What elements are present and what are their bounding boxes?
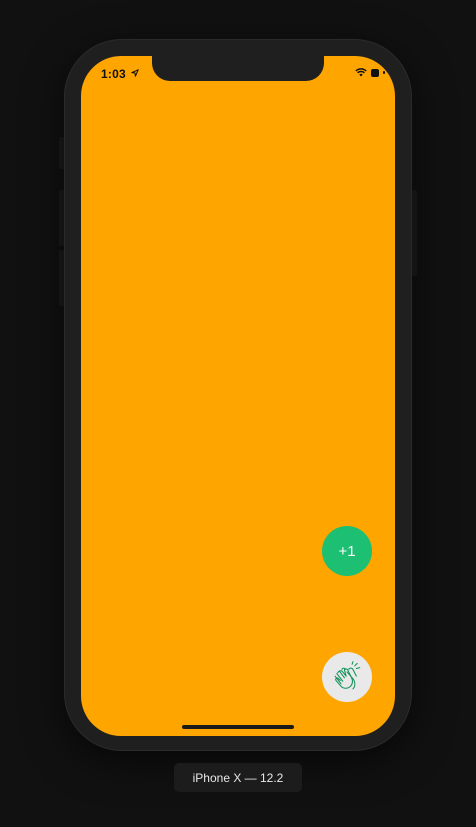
clap-button[interactable] <box>322 652 372 702</box>
notch <box>152 56 324 81</box>
battery-icon <box>371 68 379 77</box>
status-time: 1:03 <box>101 67 126 81</box>
battery-tip-icon <box>383 71 385 74</box>
clap-count-bubble: +1 <box>322 526 372 576</box>
status-icons <box>355 68 385 77</box>
clap-icon <box>334 661 361 690</box>
simulator-window: 1:03 +1 iPhone X — 12.2 <box>0 0 476 827</box>
device-label: iPhone X — 12.2 <box>174 763 302 792</box>
device-label-text: iPhone X — 12.2 <box>192 770 284 785</box>
wifi-icon <box>355 68 367 77</box>
app-screen: 1:03 +1 <box>81 56 395 736</box>
clap-count-label: +1 <box>338 542 356 560</box>
location-arrow-icon <box>131 69 139 77</box>
home-indicator[interactable] <box>182 725 294 729</box>
